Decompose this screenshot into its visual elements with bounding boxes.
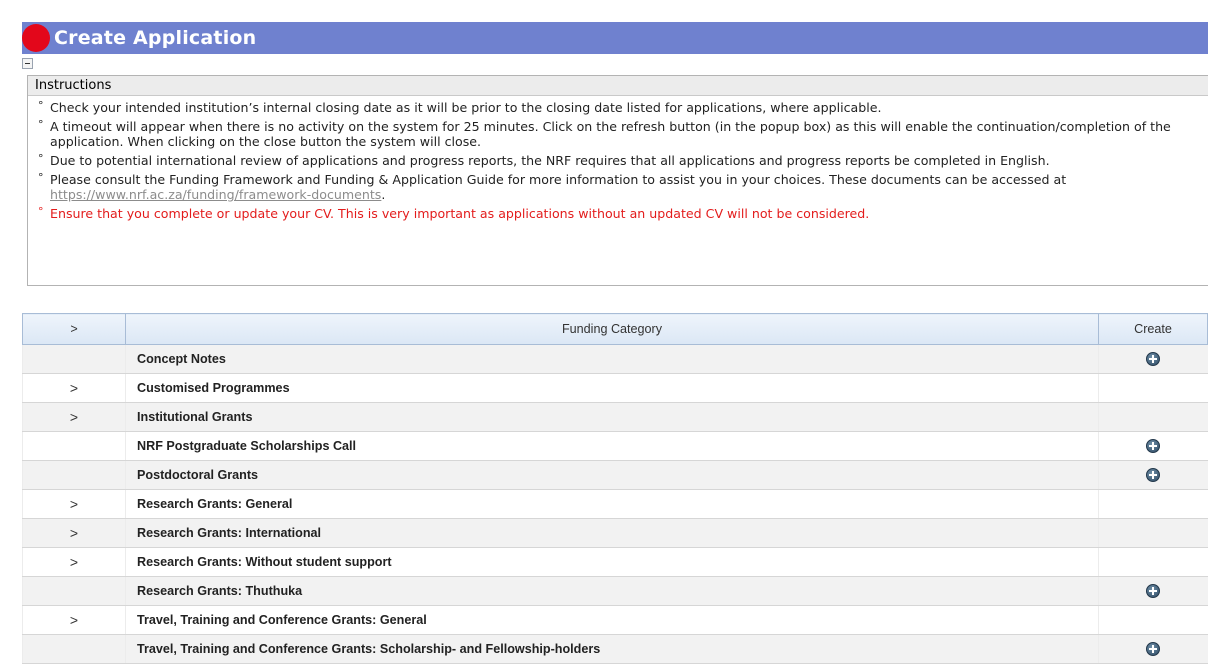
bullet-icon: ° xyxy=(38,152,44,165)
framework-documents-link[interactable]: https://www.nrf.ac.za/funding/framework-… xyxy=(50,187,381,202)
table-row[interactable]: > Institutional Grants xyxy=(22,402,1208,432)
instruction-text: Check your intended institution’s intern… xyxy=(50,100,882,115)
instruction-item: ° Check your intended institution’s inte… xyxy=(28,99,1208,115)
instructions-panel: Instructions ° Check your intended insti… xyxy=(27,75,1208,286)
add-circle-icon[interactable] xyxy=(1146,642,1161,657)
funding-category-name: Concept Notes xyxy=(125,344,1099,374)
row-expand-cell[interactable]: > xyxy=(22,547,126,577)
table-header-row: > Funding Category Create xyxy=(22,313,1208,345)
instructions-heading: Instructions xyxy=(28,76,1208,96)
bullet-icon: ° xyxy=(38,171,44,184)
funding-category-name: Research Grants: International xyxy=(125,518,1099,548)
create-cell xyxy=(1098,489,1208,519)
row-expand-cell xyxy=(22,634,126,664)
add-circle-icon[interactable] xyxy=(1146,439,1161,454)
create-cell xyxy=(1098,576,1208,606)
row-expand-cell xyxy=(22,576,126,606)
table-row[interactable]: > Research Grants: General xyxy=(22,489,1208,519)
row-expand-cell xyxy=(22,344,126,374)
funding-category-name: Research Grants: General xyxy=(125,489,1099,519)
funding-category-name: Customised Programmes xyxy=(125,373,1099,403)
row-expand-cell xyxy=(22,460,126,490)
create-cell xyxy=(1098,460,1208,490)
instruction-text: Please consult the Funding Framework and… xyxy=(50,172,1067,187)
table-row[interactable]: Concept Notes xyxy=(22,344,1208,374)
add-circle-icon[interactable] xyxy=(1146,584,1161,599)
expand-chevron-icon[interactable]: > xyxy=(70,525,78,541)
expand-chevron-icon[interactable]: > xyxy=(70,554,78,570)
create-cell xyxy=(1098,402,1208,432)
row-expand-cell[interactable]: > xyxy=(22,373,126,403)
table-body: Concept Notes > Customised Programmes > Inst… xyxy=(22,344,1208,664)
instruction-item-warning: ° Ensure that you complete or update you… xyxy=(28,205,1208,221)
table-row[interactable]: NRF Postgraduate Scholarships Call xyxy=(22,431,1208,461)
create-cell xyxy=(1098,518,1208,548)
funding-category-header[interactable]: Funding Category xyxy=(125,313,1099,345)
instructions-list: ° Check your intended institution’s inte… xyxy=(28,96,1208,221)
add-circle-icon[interactable] xyxy=(1146,352,1161,367)
table-row[interactable]: Postdoctoral Grants xyxy=(22,460,1208,490)
create-cell xyxy=(1098,547,1208,577)
instruction-text: A timeout will appear when there is no a… xyxy=(50,119,1171,149)
instruction-text: Ensure that you complete or update your … xyxy=(50,206,870,221)
instruction-text: Due to potential international review of… xyxy=(50,153,1050,168)
expand-chevron-icon[interactable]: > xyxy=(70,496,78,512)
funding-category-table: > Funding Category Create Concept Notes >… xyxy=(22,313,1208,664)
create-cell xyxy=(1098,344,1208,374)
add-circle-icon[interactable] xyxy=(1146,468,1161,483)
instruction-text-end: . xyxy=(381,187,386,202)
expand-chevron-icon[interactable]: > xyxy=(70,380,78,396)
create-cell xyxy=(1098,431,1208,461)
collapse-instructions-button[interactable] xyxy=(22,58,33,69)
table-row[interactable]: > Research Grants: Without student suppor… xyxy=(22,547,1208,577)
create-cell xyxy=(1098,634,1208,664)
expand-chevron-icon[interactable]: > xyxy=(70,409,78,425)
instruction-item: ° A timeout will appear when there is no… xyxy=(28,118,1208,149)
funding-category-name: Travel, Training and Conference Grants: … xyxy=(125,634,1099,664)
create-header: Create xyxy=(1098,313,1208,345)
bullet-icon: ° xyxy=(38,205,44,218)
funding-category-name: Research Grants: Thuthuka xyxy=(125,576,1099,606)
expand-all-header[interactable]: > xyxy=(22,313,126,345)
row-expand-cell xyxy=(22,431,126,461)
instruction-item: ° Please consult the Funding Framework a… xyxy=(28,171,1208,202)
funding-category-name: NRF Postgraduate Scholarships Call xyxy=(125,431,1099,461)
table-row[interactable]: Travel, Training and Conference Grants: … xyxy=(22,634,1208,664)
row-expand-cell[interactable]: > xyxy=(22,605,126,635)
table-row[interactable]: > Customised Programmes xyxy=(22,373,1208,403)
row-expand-cell[interactable]: > xyxy=(22,518,126,548)
status-dot xyxy=(22,24,50,52)
bullet-icon: ° xyxy=(38,99,44,112)
create-cell xyxy=(1098,373,1208,403)
expand-chevron-icon[interactable]: > xyxy=(70,612,78,628)
funding-category-name: Research Grants: Without student support xyxy=(125,547,1099,577)
table-row[interactable]: Research Grants: Thuthuka xyxy=(22,576,1208,606)
row-expand-cell[interactable]: > xyxy=(22,489,126,519)
page-title: Create Application xyxy=(54,27,257,49)
instruction-item: ° Due to potential international review … xyxy=(28,152,1208,168)
funding-category-name: Institutional Grants xyxy=(125,402,1099,432)
table-row[interactable]: > Research Grants: International xyxy=(22,518,1208,548)
page-title-bar: Create Application xyxy=(22,22,1208,54)
funding-category-name: Postdoctoral Grants xyxy=(125,460,1099,490)
funding-category-name: Travel, Training and Conference Grants: … xyxy=(125,605,1099,635)
bullet-icon: ° xyxy=(38,118,44,131)
row-expand-cell[interactable]: > xyxy=(22,402,126,432)
table-row[interactable]: > Travel, Training and Conference Grants:… xyxy=(22,605,1208,635)
create-cell xyxy=(1098,605,1208,635)
